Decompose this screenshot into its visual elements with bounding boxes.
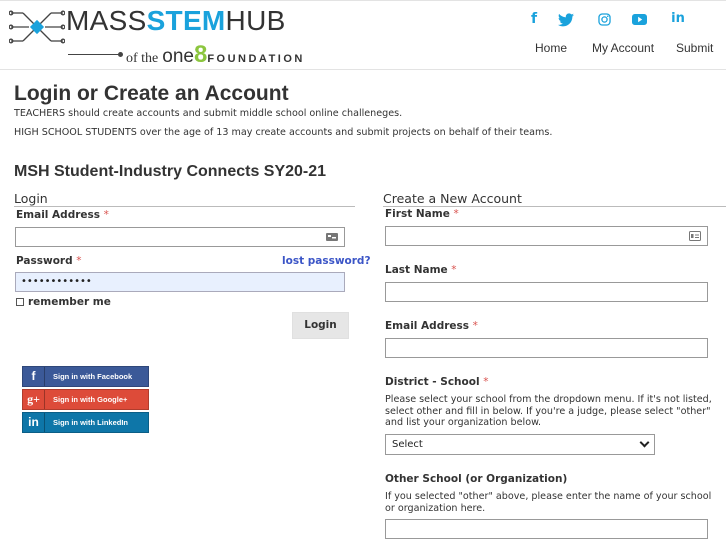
last-name-label: Last Name *: [385, 264, 457, 276]
district-help-text: Please select your school from the dropd…: [385, 394, 712, 428]
required-mark: *: [451, 264, 457, 276]
facebook-signin-button[interactable]: f Sign in with Facebook: [22, 366, 149, 387]
logo-wordmark[interactable]: MASSSTEMHUB: [66, 4, 286, 38]
tagline-eight: 8: [193, 41, 208, 68]
login-password-input[interactable]: ••••••••••••: [15, 272, 345, 292]
remember-me-checkbox[interactable]: [16, 298, 24, 306]
first-name-label-text: First Name: [385, 208, 450, 220]
required-mark: *: [483, 376, 489, 388]
email-label: Email Address *: [16, 209, 109, 221]
linkedin-icon: in: [23, 413, 45, 432]
section-title: MSH Student-Industry Connects SY20-21: [14, 163, 327, 180]
first-name-input[interactable]: [385, 226, 708, 246]
nav-home[interactable]: Home: [535, 41, 567, 55]
district-school-select[interactable]: Select: [385, 434, 655, 455]
email-label-text: Email Address: [16, 209, 101, 221]
first-name-label: First Name *: [385, 208, 459, 220]
autofill-key-icon[interactable]: [326, 232, 338, 242]
youtube-icon[interactable]: [632, 14, 647, 25]
password-label: Password *: [16, 255, 82, 267]
district-selected-value: Select: [392, 439, 423, 450]
linkedin-icon[interactable]: in: [668, 11, 688, 26]
register-email-label: Email Address *: [385, 320, 478, 332]
logo-hub: HUB: [225, 5, 286, 36]
register-email-label-text: Email Address: [385, 320, 470, 332]
facebook-icon: f: [23, 367, 45, 386]
intro-students: HIGH SCHOOL STUDENTS over the age of 13 …: [14, 127, 553, 138]
tagline-of: of the: [126, 51, 159, 66]
twitter-icon[interactable]: [558, 13, 574, 27]
intro-teachers: TEACHERS should create accounts and subm…: [14, 108, 403, 119]
register-heading: Create a New Account: [383, 191, 726, 207]
remember-me-label: remember me: [28, 296, 111, 308]
facebook-signin-label: Sign in with Facebook: [53, 372, 133, 381]
circuit-logo-icon[interactable]: [9, 7, 65, 47]
linkedin-signin-button[interactable]: in Sign in with LinkedIn: [22, 412, 149, 433]
site-header: MASSSTEMHUB of the one8FOUNDATION f in H…: [0, 0, 726, 70]
linkedin-signin-label: Sign in with LinkedIn: [53, 418, 128, 427]
login-email-input[interactable]: [15, 227, 345, 247]
nav-submit[interactable]: Submit: [676, 41, 713, 55]
instagram-icon[interactable]: [598, 13, 611, 26]
required-mark: *: [103, 209, 109, 221]
required-mark: *: [472, 320, 478, 332]
login-button[interactable]: Login: [292, 312, 349, 339]
required-mark: *: [453, 208, 459, 220]
required-mark: *: [76, 255, 82, 267]
contact-card-icon[interactable]: [689, 231, 701, 241]
last-name-input[interactable]: [385, 282, 708, 302]
facebook-icon[interactable]: f: [524, 11, 544, 27]
google-signin-button[interactable]: g+ Sign in with Google+: [22, 389, 149, 410]
logo-mass: MASS: [66, 5, 147, 36]
lost-password-link[interactable]: lost password?: [282, 255, 371, 267]
district-label-text: District - School: [385, 376, 480, 388]
other-school-label: Other School (or Organization): [385, 473, 568, 485]
foundation-tagline: of the one8FOUNDATION: [126, 43, 305, 68]
other-school-input[interactable]: [385, 519, 708, 539]
remember-me[interactable]: remember me: [16, 296, 111, 308]
chevron-down-icon: [639, 437, 650, 448]
register-email-input[interactable]: [385, 338, 708, 358]
password-label-text: Password: [16, 255, 73, 267]
district-label: District - School *: [385, 376, 488, 388]
nav-my-account[interactable]: My Account: [592, 41, 654, 55]
logo-line: [68, 52, 123, 57]
google-signin-label: Sign in with Google+: [53, 395, 128, 404]
login-heading: Login: [14, 191, 355, 207]
tagline-one: one: [162, 46, 194, 67]
tagline-foundation: FOUNDATION: [207, 53, 305, 65]
last-name-label-text: Last Name: [385, 264, 448, 276]
other-school-help-text: If you selected "other" above, please en…: [385, 491, 712, 514]
logo-stem: STEM: [146, 5, 226, 36]
google-plus-icon: g+: [23, 390, 45, 409]
page-title: Login or Create an Account: [14, 82, 289, 105]
